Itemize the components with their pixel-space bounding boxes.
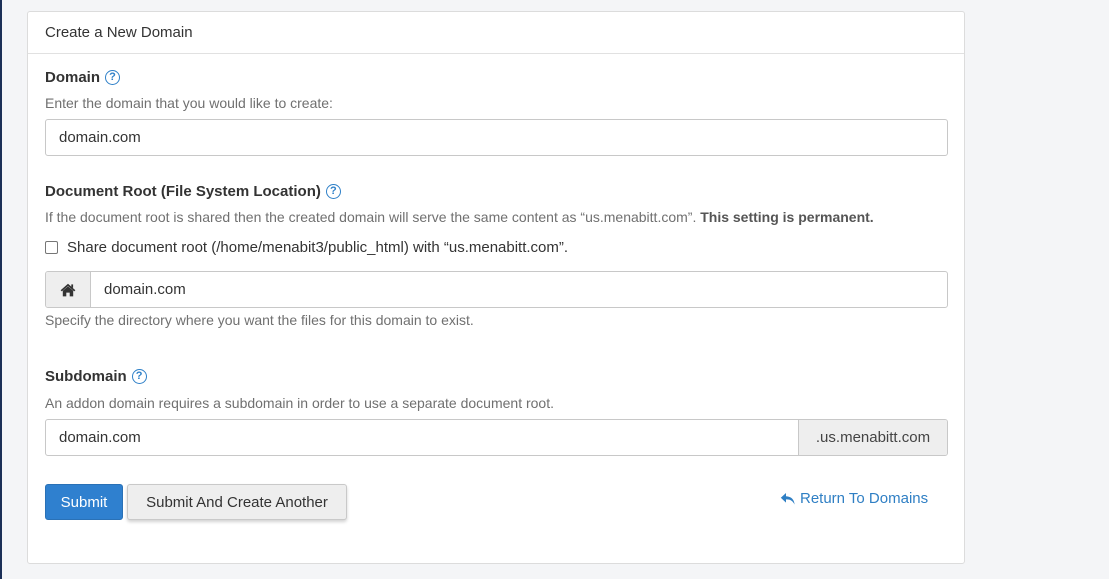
document-root-input-group: domain.com [45,271,948,308]
question-circle-icon[interactable]: ? [131,369,147,384]
document-root-hint: If the document root is shared then the … [45,209,874,225]
question-circle-icon[interactable]: ? [105,70,121,85]
subdomain-hint: An addon domain requires a subdomain in … [45,395,554,411]
domain-input[interactable]: domain.com [45,119,948,156]
document-root-home-addon [46,272,91,307]
create-domain-panel: Create a New Domain Domain ? Enter the d… [27,11,965,564]
document-root-hint-bold: This setting is permanent. [700,209,874,225]
subdomain-input-value: domain.com [59,429,141,446]
panel-title: Create a New Domain [45,24,193,41]
share-document-root-row[interactable]: Share document root (/home/menabit3/publ… [45,239,568,256]
share-document-root-label: Share document root (/home/menabit3/publ… [67,239,569,256]
document-root-hint-text: If the document root is shared then the … [45,209,697,225]
submit-and-create-another-button[interactable]: Submit And Create Another [127,484,347,520]
document-root-input-value: domain.com [104,281,186,298]
page-left-edge [0,0,2,579]
document-root-label-text: Document Root (File System Location) [45,183,321,200]
subdomain-input[interactable]: domain.com [46,420,798,455]
document-root-input[interactable]: domain.com [91,272,947,307]
domain-input-value: domain.com [59,129,141,146]
panel-header: Create a New Domain [28,12,964,54]
submit-button[interactable]: Submit [45,484,123,520]
subdomain-label: Subdomain ? [45,368,147,385]
document-root-label: Document Root (File System Location) ? [45,183,341,200]
subdomain-label-text: Subdomain [45,368,127,385]
reply-arrow-icon [780,492,795,505]
domain-label-text: Domain [45,69,101,86]
home-icon [60,283,76,296]
share-document-root-checkbox[interactable] [45,241,58,254]
subdomain-suffix: .us.menabitt.com [798,420,947,455]
document-root-footer-hint: Specify the directory where you want the… [45,312,474,328]
question-circle-icon[interactable]: ? [325,184,341,199]
return-to-domains-label: Return To Domains [800,490,929,507]
subdomain-input-group: domain.com .us.menabitt.com [45,419,948,456]
domain-label: Domain ? [45,69,121,86]
domain-hint: Enter the domain that you would like to … [45,95,333,111]
return-to-domains-link[interactable]: Return To Domains [780,490,928,507]
